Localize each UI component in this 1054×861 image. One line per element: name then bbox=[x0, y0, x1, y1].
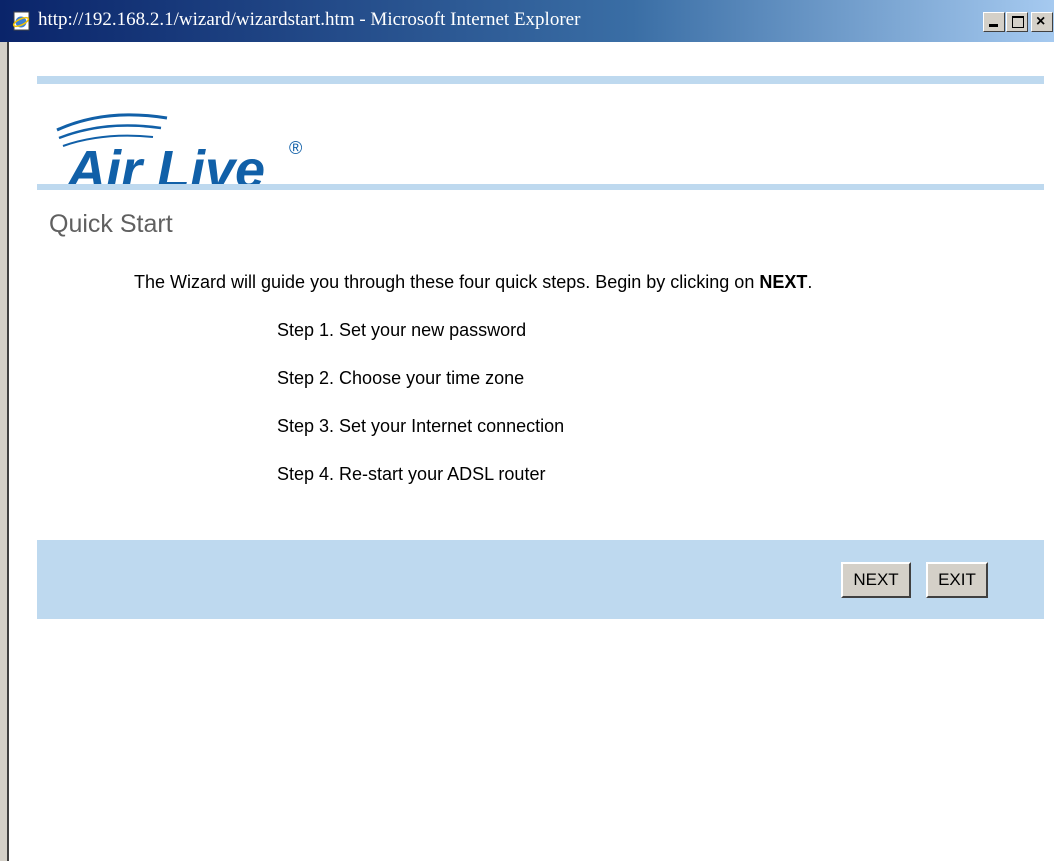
top-divider bbox=[37, 76, 1044, 84]
step-item: Step 3. Set your Internet connection bbox=[277, 416, 565, 436]
title-bar[interactable]: http://192.168.2.1/wizard/wizardstart.ht… bbox=[0, 0, 1054, 42]
step-item: Step 4. Re-start your ADSL router bbox=[277, 464, 546, 484]
maximize-icon bbox=[1012, 16, 1024, 28]
intro-emphasis: NEXT bbox=[759, 272, 808, 292]
intro-suffix: . bbox=[807, 272, 813, 292]
close-icon: × bbox=[1036, 13, 1046, 30]
step-item: Step 2. Choose your time zone bbox=[277, 368, 525, 388]
minimize-button[interactable] bbox=[983, 12, 1005, 32]
airlive-logo: Air Live ® bbox=[56, 113, 302, 194]
next-button[interactable]: NEXT bbox=[841, 562, 911, 598]
page-content: Air Live ® Quick Start The Wizard will g… bbox=[7, 42, 1054, 861]
close-button[interactable]: × bbox=[1031, 12, 1053, 32]
button-bar: NEXT EXIT bbox=[37, 540, 1044, 619]
header-divider bbox=[37, 184, 1044, 190]
intro-prefix: The Wizard will guide you through these … bbox=[134, 272, 760, 292]
logo-registered-mark: ® bbox=[289, 138, 302, 158]
page-title: Quick Start bbox=[49, 210, 173, 238]
minimize-icon bbox=[989, 24, 998, 27]
step-list: Step 1. Set your new password Step 2. Ch… bbox=[277, 317, 564, 509]
exit-button[interactable]: EXIT bbox=[926, 562, 988, 598]
ie-page-icon bbox=[12, 11, 30, 31]
intro-text: The Wizard will guide you through these … bbox=[134, 272, 812, 293]
window-title: http://192.168.2.1/wizard/wizardstart.ht… bbox=[38, 9, 581, 30]
maximize-button[interactable] bbox=[1006, 12, 1028, 32]
step-item: Step 1. Set your new password bbox=[277, 320, 527, 340]
browser-window: http://192.168.2.1/wizard/wizardstart.ht… bbox=[0, 0, 1054, 861]
